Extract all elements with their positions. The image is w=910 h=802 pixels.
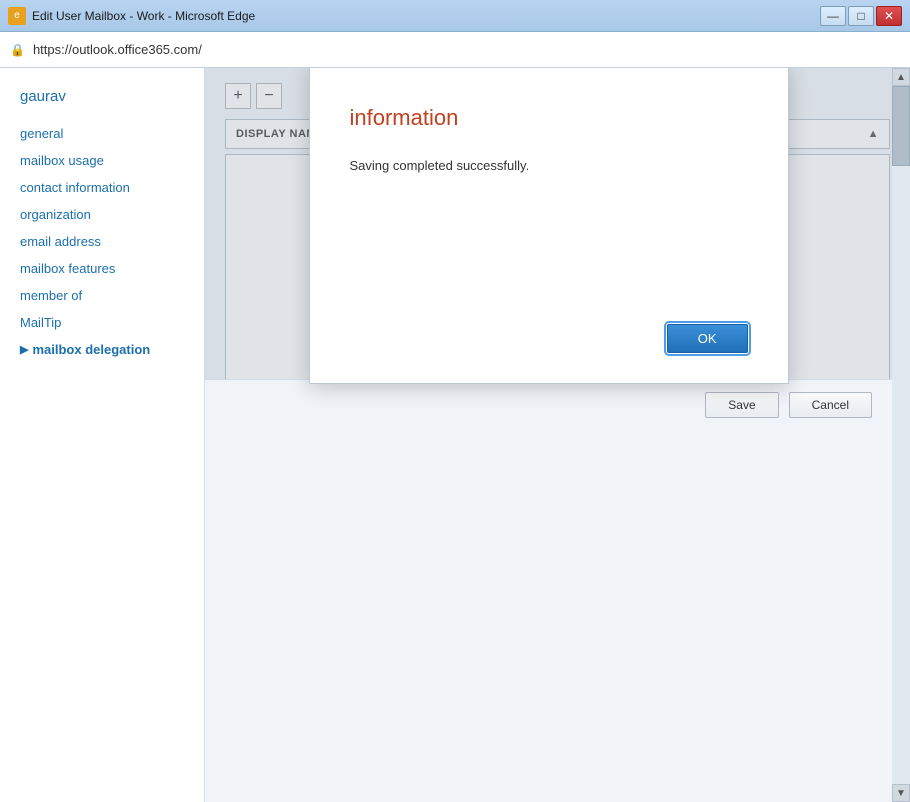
sidebar-item-mailbox-usage[interactable]: mailbox usage [0, 147, 204, 174]
sidebar-nav: general mailbox usage contact informatio… [0, 120, 204, 363]
sidebar-item-general[interactable]: general [0, 120, 204, 147]
title-bar: e Edit User Mailbox - Work - Microsoft E… [0, 0, 910, 32]
lock-icon: 🔒 [10, 43, 25, 57]
close-button[interactable]: ✕ [876, 6, 902, 26]
scroll-track[interactable] [892, 86, 910, 784]
modal-title: information [350, 105, 748, 131]
title-bar-left: e Edit User Mailbox - Work - Microsoft E… [8, 7, 255, 25]
scroll-up-button[interactable]: ▲ [892, 68, 910, 86]
save-button[interactable]: Save [705, 392, 778, 418]
sidebar-item-mailtip[interactable]: MailTip [0, 309, 204, 336]
modal-dialog: information Saving completed successfull… [309, 68, 789, 384]
cancel-button[interactable]: Cancel [789, 392, 872, 418]
sidebar: gaurav general mailbox usage contact inf… [0, 68, 205, 802]
address-bar: 🔒 https://outlook.office365.com/ [0, 32, 910, 68]
sidebar-item-email-address[interactable]: email address [0, 228, 204, 255]
modal-body: information Saving completed successfull… [310, 68, 788, 304]
modal-overlay: information Saving completed successfull… [205, 68, 892, 379]
maximize-button[interactable]: □ [848, 6, 874, 26]
content-area: + − DISPLAY NAME ▲ information Saving co… [205, 68, 910, 429]
sidebar-item-organization[interactable]: organization [0, 201, 204, 228]
window-controls: — □ ✕ [820, 6, 902, 26]
scroll-thumb[interactable] [892, 86, 910, 166]
modal-message: Saving completed successfully. [350, 156, 748, 176]
sidebar-username[interactable]: gaurav [0, 83, 204, 120]
scroll-down-button[interactable]: ▼ [892, 784, 910, 802]
active-arrow-icon: ▶ [20, 343, 28, 356]
url-text[interactable]: https://outlook.office365.com/ [33, 42, 900, 57]
sidebar-item-mailbox-delegation[interactable]: ▶ mailbox delegation [0, 336, 204, 363]
scrollbar: ▲ ▼ [892, 68, 910, 802]
main-content: gaurav general mailbox usage contact inf… [0, 68, 910, 802]
sidebar-item-mailbox-features[interactable]: mailbox features [0, 255, 204, 282]
modal-footer: OK [310, 304, 788, 383]
sidebar-item-contact-information[interactable]: contact information [0, 174, 204, 201]
sidebar-item-member-of[interactable]: member of [0, 282, 204, 309]
window-title: Edit User Mailbox - Work - Microsoft Edg… [32, 9, 255, 23]
app-icon: e [8, 7, 26, 25]
minimize-button[interactable]: — [820, 6, 846, 26]
ok-button[interactable]: OK [667, 324, 748, 353]
bottom-bar: Save Cancel [205, 379, 892, 429]
